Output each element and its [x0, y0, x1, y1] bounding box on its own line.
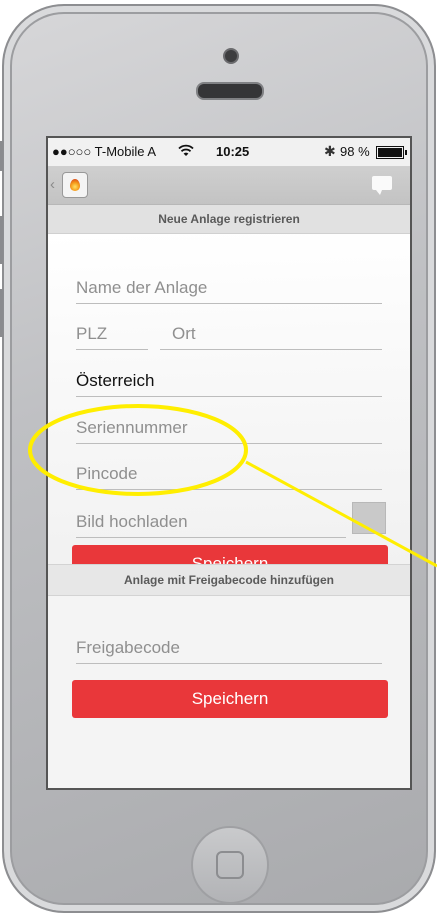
highlight-ellipse: [28, 404, 248, 496]
highlight-pointer-line: [245, 460, 437, 568]
highlight-annotation: [28, 404, 437, 568]
